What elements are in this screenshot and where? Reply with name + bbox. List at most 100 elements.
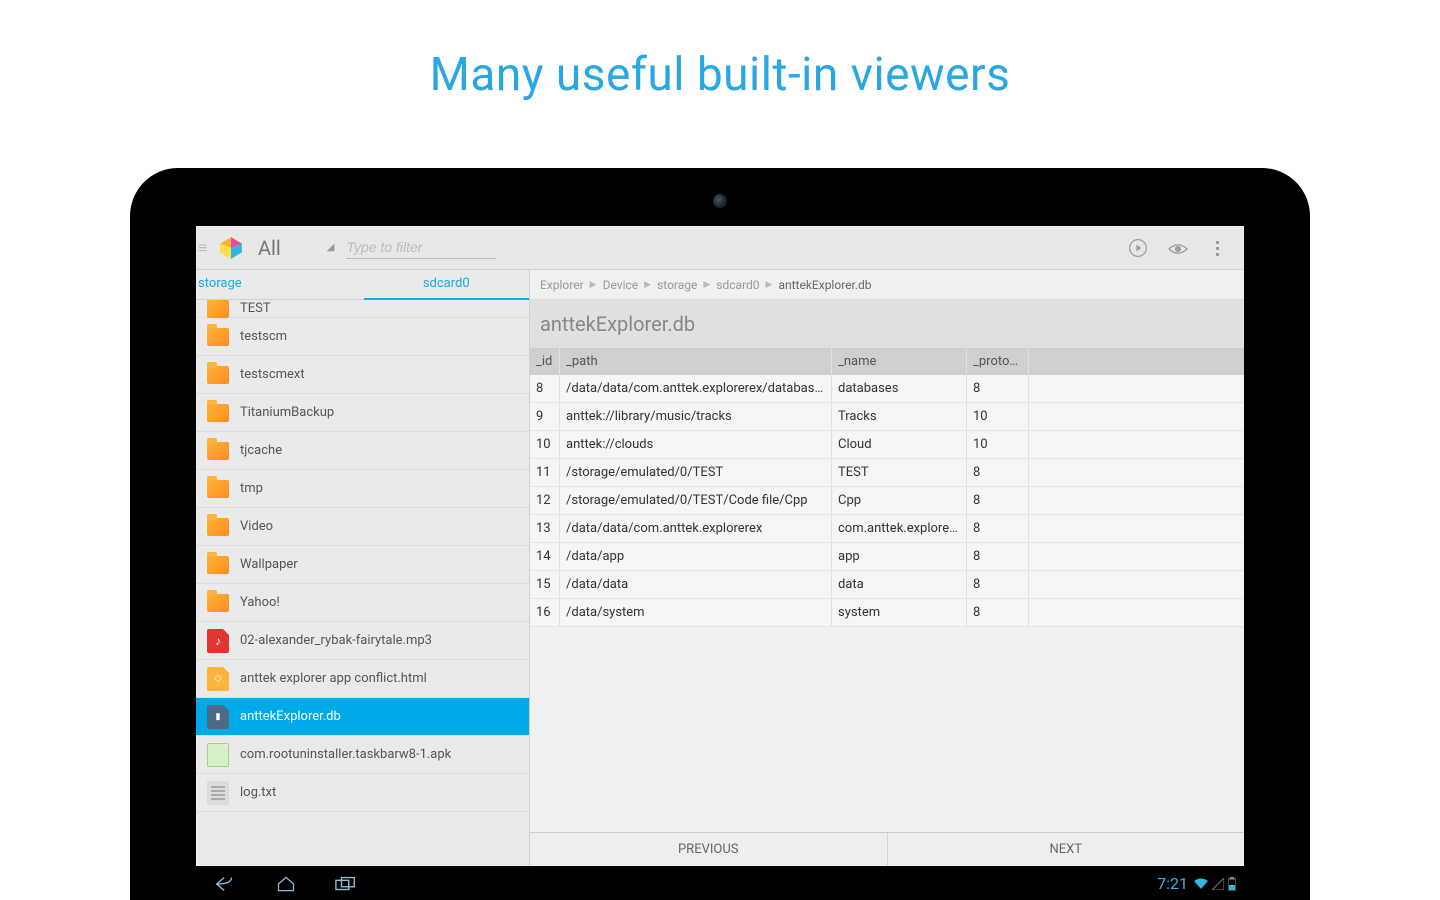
category-spinner[interactable]: All xyxy=(258,236,281,260)
file-name: anttekExplorer.db xyxy=(240,709,341,724)
status-clock: 7:21 xyxy=(1157,874,1188,893)
file-row[interactable]: ▮anttekExplorer.db xyxy=(196,698,529,736)
column-header[interactable]: _name xyxy=(832,348,967,375)
table-cell: /data/app xyxy=(560,543,832,570)
table-cell: 12 xyxy=(530,487,560,514)
table-row[interactable]: 15/data/datadata8 xyxy=(530,571,1244,599)
file-name: tjcache xyxy=(240,443,282,458)
breadcrumb[interactable]: Explorer▶Device▶storage▶sdcard0▶anttekEx… xyxy=(530,270,1244,300)
file-name: Wallpaper xyxy=(240,557,298,572)
file-row[interactable]: com.rootuninstaller.taskbarw8-1.apk xyxy=(196,736,529,774)
folder-icon xyxy=(206,515,230,539)
breadcrumb-segment[interactable]: anttekExplorer.db xyxy=(776,278,873,292)
file-row[interactable]: log.txt xyxy=(196,774,529,812)
table-cell: 8 xyxy=(530,375,560,402)
file-row[interactable]: tjcache xyxy=(196,432,529,470)
folder-icon xyxy=(206,300,230,321)
table-row[interactable]: 9anttek://library/music/tracksTracks10 xyxy=(530,403,1244,431)
table-row[interactable]: 8/data/data/com.anttek.explorerex/databa… xyxy=(530,375,1244,403)
table-cell: databases xyxy=(832,375,967,402)
db-title: anttekExplorer.db xyxy=(530,300,1244,348)
html-icon: ◇ xyxy=(206,667,230,691)
drawer-toggle-icon[interactable]: ≡ xyxy=(198,238,214,258)
back-button[interactable] xyxy=(196,873,256,893)
table-row[interactable]: 14/data/appapp8 xyxy=(530,543,1244,571)
table-row[interactable]: 10anttek://cloudsCloud10 xyxy=(530,431,1244,459)
table-cell: 8 xyxy=(967,487,1029,514)
file-row[interactable]: Yahoo! xyxy=(196,584,529,622)
file-name: testscm xyxy=(240,329,287,344)
file-row[interactable]: TitaniumBackup xyxy=(196,394,529,432)
file-row[interactable]: TEST xyxy=(196,300,529,318)
breadcrumb-separator-icon: ▶ xyxy=(586,280,601,290)
table-cell: system xyxy=(832,599,967,626)
table-cell: /storage/emulated/0/TEST xyxy=(560,459,832,486)
table-cell: 8 xyxy=(967,571,1029,598)
table-row[interactable]: 12/storage/emulated/0/TEST/Code file/Cpp… xyxy=(530,487,1244,515)
file-row[interactable]: Video xyxy=(196,508,529,546)
pager: PREVIOUS NEXT xyxy=(530,832,1244,866)
file-name: Yahoo! xyxy=(240,595,280,610)
file-row[interactable]: testscm xyxy=(196,318,529,356)
file-row[interactable]: Wallpaper xyxy=(196,546,529,584)
tab-storage[interactable]: storage xyxy=(196,270,364,300)
file-name: tmp xyxy=(240,481,263,496)
file-name: 02-alexander_rybak-fairytale.mp3 xyxy=(240,633,432,648)
next-button[interactable]: NEXT xyxy=(888,833,1245,866)
table-cell: 8 xyxy=(967,375,1029,402)
music-icon: ♪ xyxy=(206,629,230,653)
visibility-icon[interactable] xyxy=(1158,238,1198,257)
folder-icon xyxy=(206,325,230,349)
column-header[interactable]: _path xyxy=(560,348,832,375)
signal-icon xyxy=(1212,874,1224,893)
table-cell: /data/data xyxy=(560,571,832,598)
table-cell: TEST xyxy=(832,459,967,486)
breadcrumb-segment[interactable]: sdcard0 xyxy=(714,278,761,292)
breadcrumb-separator-icon: ▶ xyxy=(699,280,714,290)
table-cell: 10 xyxy=(967,403,1029,430)
column-header[interactable]: _protocol xyxy=(967,348,1029,375)
table-cell: Tracks xyxy=(832,403,967,430)
file-row[interactable]: ◇ anttek explorer app conflict.html xyxy=(196,660,529,698)
recents-button[interactable] xyxy=(316,874,376,893)
file-row[interactable]: testscmext xyxy=(196,356,529,394)
table-cell: com.anttek.explorerex xyxy=(832,515,967,542)
table-row[interactable]: 13/data/data/com.anttek.explorerexcom.an… xyxy=(530,515,1244,543)
file-name: anttek explorer app conflict.html xyxy=(240,671,427,686)
action-bar: ≡ All ◢ xyxy=(196,226,1244,270)
table-cell: 16 xyxy=(530,599,560,626)
tablet-frame: ≡ All ◢ storagesdcard0 TESTtestscmtestsc… xyxy=(130,168,1310,900)
file-row[interactable]: ♪ 02-alexander_rybak-fairytale.mp3 xyxy=(196,622,529,660)
battery-icon xyxy=(1228,874,1236,893)
home-button[interactable] xyxy=(256,873,316,893)
table-cell: data xyxy=(832,571,967,598)
folder-icon xyxy=(206,439,230,463)
overflow-menu-icon[interactable] xyxy=(1198,238,1238,257)
table-cell: 9 xyxy=(530,403,560,430)
breadcrumb-segment[interactable]: storage xyxy=(655,278,699,292)
table-cell: /data/data/com.anttek.explorerex xyxy=(560,515,832,542)
breadcrumb-segment[interactable]: Device xyxy=(601,278,641,292)
file-name: com.rootuninstaller.taskbarw8-1.apk xyxy=(240,747,451,762)
filter-input[interactable] xyxy=(346,236,496,259)
apk-icon xyxy=(206,743,230,767)
tab-sdcard0[interactable]: sdcard0 xyxy=(364,270,530,300)
app-icon[interactable] xyxy=(218,235,244,261)
table-cell: 13 xyxy=(530,515,560,542)
viewer-pane: Explorer▶Device▶storage▶sdcard0▶anttekEx… xyxy=(530,270,1244,866)
file-row[interactable]: tmp xyxy=(196,470,529,508)
folder-icon xyxy=(206,363,230,387)
breadcrumb-separator-icon: ▶ xyxy=(762,280,777,290)
table-row[interactable]: 11/storage/emulated/0/TESTTEST8 xyxy=(530,459,1244,487)
previous-button[interactable]: PREVIOUS xyxy=(530,833,888,866)
table-cell: /data/system xyxy=(560,599,832,626)
folder-icon xyxy=(206,591,230,615)
table-cell: 15 xyxy=(530,571,560,598)
headline: Many useful built-in viewers xyxy=(0,0,1440,102)
column-header[interactable]: _id xyxy=(530,348,560,375)
table-row[interactable]: 16/data/systemsystem8 xyxy=(530,599,1244,627)
file-name: Video xyxy=(240,519,273,534)
breadcrumb-segment[interactable]: Explorer xyxy=(538,278,586,292)
folder-icon xyxy=(206,477,230,501)
play-icon[interactable] xyxy=(1118,237,1158,258)
